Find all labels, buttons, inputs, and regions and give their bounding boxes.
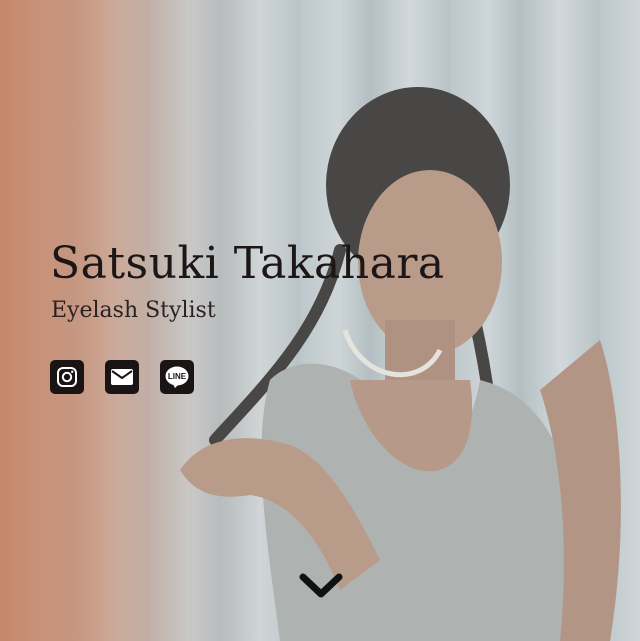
- instagram-icon: [57, 367, 77, 387]
- hero-section: Satsuki Takahara Eyelash Stylist LINE: [0, 0, 640, 641]
- line-icon-label: LINE: [168, 372, 187, 381]
- mail-link[interactable]: [105, 360, 139, 394]
- stylist-role: Eyelash Stylist: [51, 298, 216, 323]
- chevron-down-icon: [299, 573, 343, 598]
- instagram-link[interactable]: [50, 360, 84, 394]
- line-link[interactable]: LINE: [160, 360, 194, 394]
- scroll-down-button[interactable]: [298, 568, 344, 604]
- mail-icon: [111, 369, 133, 385]
- social-links: LINE: [50, 360, 445, 394]
- stylist-name: Satsuki Takahara: [50, 238, 445, 289]
- line-icon: LINE: [165, 366, 189, 388]
- hero-content: Satsuki Takahara Eyelash Stylist LINE: [50, 236, 445, 394]
